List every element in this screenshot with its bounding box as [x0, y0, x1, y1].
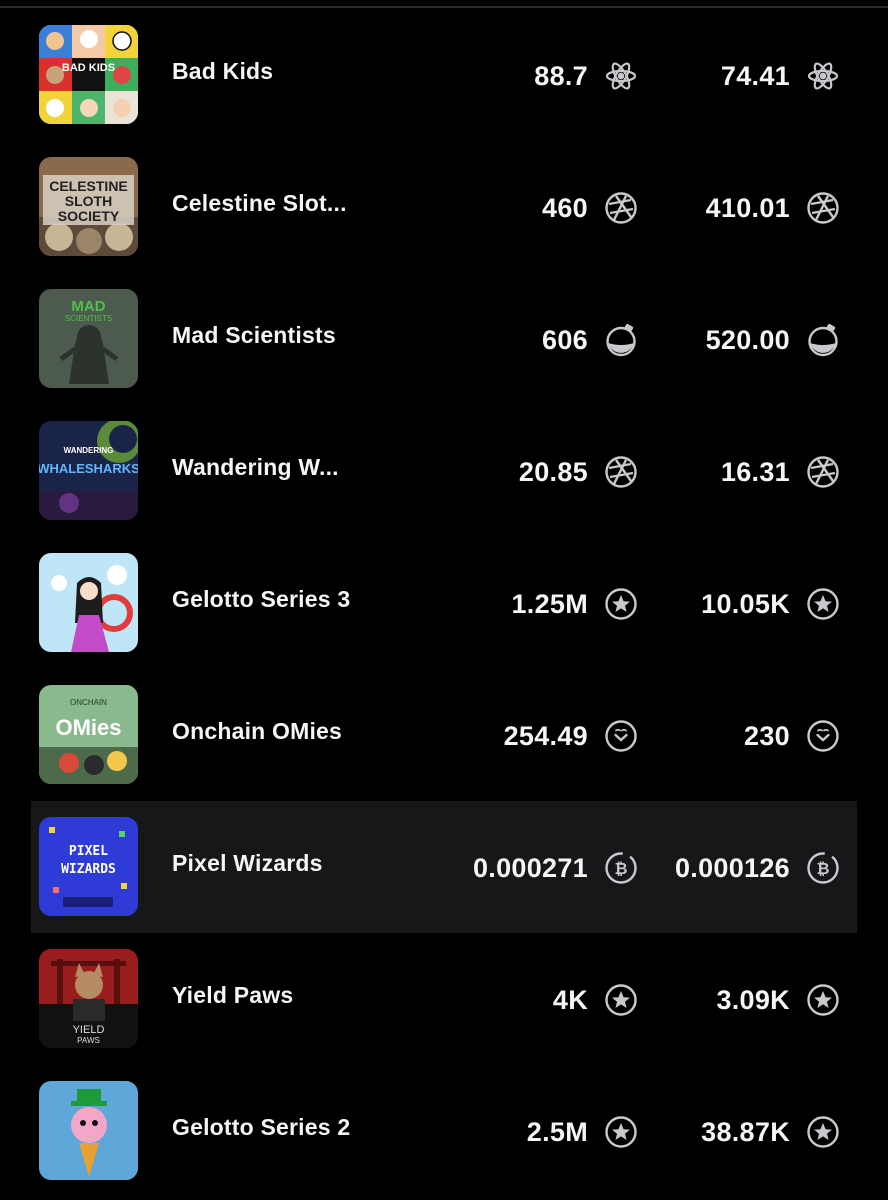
collection-row-gelotto-series-2[interactable]: Gelotto Series 2 2.5M 38.87K	[31, 1065, 857, 1197]
collection-name: Gelotto Series 2	[172, 1114, 351, 1140]
floor-price: 20.85	[518, 457, 588, 487]
volume: 520.00	[705, 325, 790, 355]
floor-price: 460	[542, 193, 588, 223]
stargaze-orb-icon	[806, 455, 840, 489]
svg-text:SLOTH: SLOTH	[65, 193, 112, 209]
volume: 410.01	[705, 193, 790, 223]
collection-row-mad-scientists[interactable]: MAD SCIENTISTS Mad Scientists 606 520.00	[31, 273, 857, 405]
collection-thumbnail: ONCHAIN OMies	[39, 685, 138, 784]
svg-text:YIELD: YIELD	[73, 1024, 105, 1036]
floor-price: 0.000271	[472, 853, 588, 883]
volume: 230	[744, 721, 790, 751]
floor-price: 4K	[552, 985, 588, 1015]
volume: 38.87K	[701, 1117, 790, 1147]
collection-name: Yield Paws	[172, 982, 294, 1008]
collection-row-gelotto-series-3[interactable]: Gelotto Series 3 1.25M 10.05K	[31, 537, 857, 669]
collection-row-onchain-omies[interactable]: ONCHAIN OMies Onchain OMies 254.49 230	[31, 669, 857, 801]
svg-text:WHALESHARKS: WHALESHARKS	[39, 461, 138, 476]
volume: 10.05K	[701, 589, 790, 619]
potion-icon	[604, 323, 638, 357]
stargaze-orb-icon	[604, 455, 638, 489]
volume: 16.31	[720, 457, 790, 487]
collection-thumbnail: WANDERING WHALESHARKS	[39, 421, 138, 520]
volume: 74.41	[720, 61, 790, 91]
collection-name: Wandering W...	[172, 454, 339, 480]
star-circle-icon	[806, 1115, 840, 1149]
svg-text:ONCHAIN: ONCHAIN	[70, 698, 107, 707]
collection-name: Gelotto Series 3	[172, 586, 351, 612]
floor-price: 88.7	[534, 61, 588, 91]
svg-text:WIZARDS: WIZARDS	[61, 862, 116, 877]
volume: 0.000126	[674, 853, 790, 883]
collection-name: Celestine Slot...	[172, 190, 347, 216]
svg-text:PAWS: PAWS	[77, 1036, 100, 1045]
svg-text:CELESTINE: CELESTINE	[49, 178, 128, 194]
svg-text:BAD KIDS: BAD KIDS	[62, 62, 115, 74]
collection-thumbnail: CELESTINE SLOTH SOCIETY	[39, 157, 138, 256]
volume: 3.09K	[716, 985, 790, 1015]
collection-row-celestine-sloth-society[interactable]: CELESTINE SLOTH SOCIETY Celestine Slot..…	[31, 141, 857, 273]
collection-thumbnail	[39, 1081, 138, 1180]
collection-name: Onchain OMies	[172, 718, 343, 744]
floor-price: 254.49	[503, 721, 588, 751]
stargaze-orb-icon	[806, 191, 840, 225]
collection-thumbnail: YIELD PAWS	[39, 949, 138, 1048]
svg-text:MAD: MAD	[71, 298, 105, 315]
smile-circle-icon	[806, 719, 840, 753]
collection-thumbnail: MAD SCIENTISTS	[39, 289, 138, 388]
svg-text:SOCIETY: SOCIETY	[58, 208, 120, 224]
floor-price: 606	[542, 325, 588, 355]
potion-icon	[806, 323, 840, 357]
star-circle-icon	[806, 983, 840, 1017]
svg-text:WANDERING: WANDERING	[64, 446, 114, 455]
collection-thumbnail: BAD KIDS	[39, 25, 138, 124]
floor-price: 1.25M	[511, 589, 588, 619]
collection-row-bad-kids[interactable]: BAD KIDS Bad Kids 88.7 74.41	[31, 9, 857, 141]
collection-row-yield-paws[interactable]: YIELD PAWS Yield Paws 4K 3.09K	[31, 933, 857, 1065]
top-divider	[0, 6, 888, 8]
star-circle-icon	[806, 587, 840, 621]
svg-text:₿: ₿	[614, 860, 627, 878]
star-circle-icon	[604, 587, 638, 621]
collection-thumbnail	[39, 553, 138, 652]
collection-name: Mad Scientists	[172, 322, 336, 348]
svg-text:OMies: OMies	[55, 715, 121, 740]
svg-text:₿: ₿	[816, 860, 829, 878]
collection-name: Bad Kids	[172, 58, 274, 84]
bitcoin-circle-icon: ₿	[604, 851, 638, 885]
collection-name: Pixel Wizards	[172, 850, 323, 876]
collection-list: BAD KIDS Bad Kids 88.7 74.41 CELESTINE S…	[31, 9, 857, 1197]
floor-price: 2.5M	[526, 1117, 588, 1147]
collection-row-wandering-whalesharks[interactable]: WANDERING WHALESHARKS Wandering W... 20.…	[31, 405, 857, 537]
bitcoin-circle-icon: ₿	[806, 851, 840, 885]
svg-text:SCIENTISTS: SCIENTISTS	[65, 314, 112, 323]
star-circle-icon	[604, 983, 638, 1017]
smile-circle-icon	[604, 719, 638, 753]
svg-text:PIXEL: PIXEL	[69, 844, 108, 859]
atom-icon	[806, 59, 840, 93]
star-circle-icon	[604, 1115, 638, 1149]
stargaze-orb-icon	[604, 191, 638, 225]
atom-icon	[604, 59, 638, 93]
collection-row-pixel-wizards[interactable]: PIXEL WIZARDS Pixel Wizards 0.000271 ₿ 0…	[31, 801, 857, 933]
collection-thumbnail: PIXEL WIZARDS	[39, 817, 138, 916]
